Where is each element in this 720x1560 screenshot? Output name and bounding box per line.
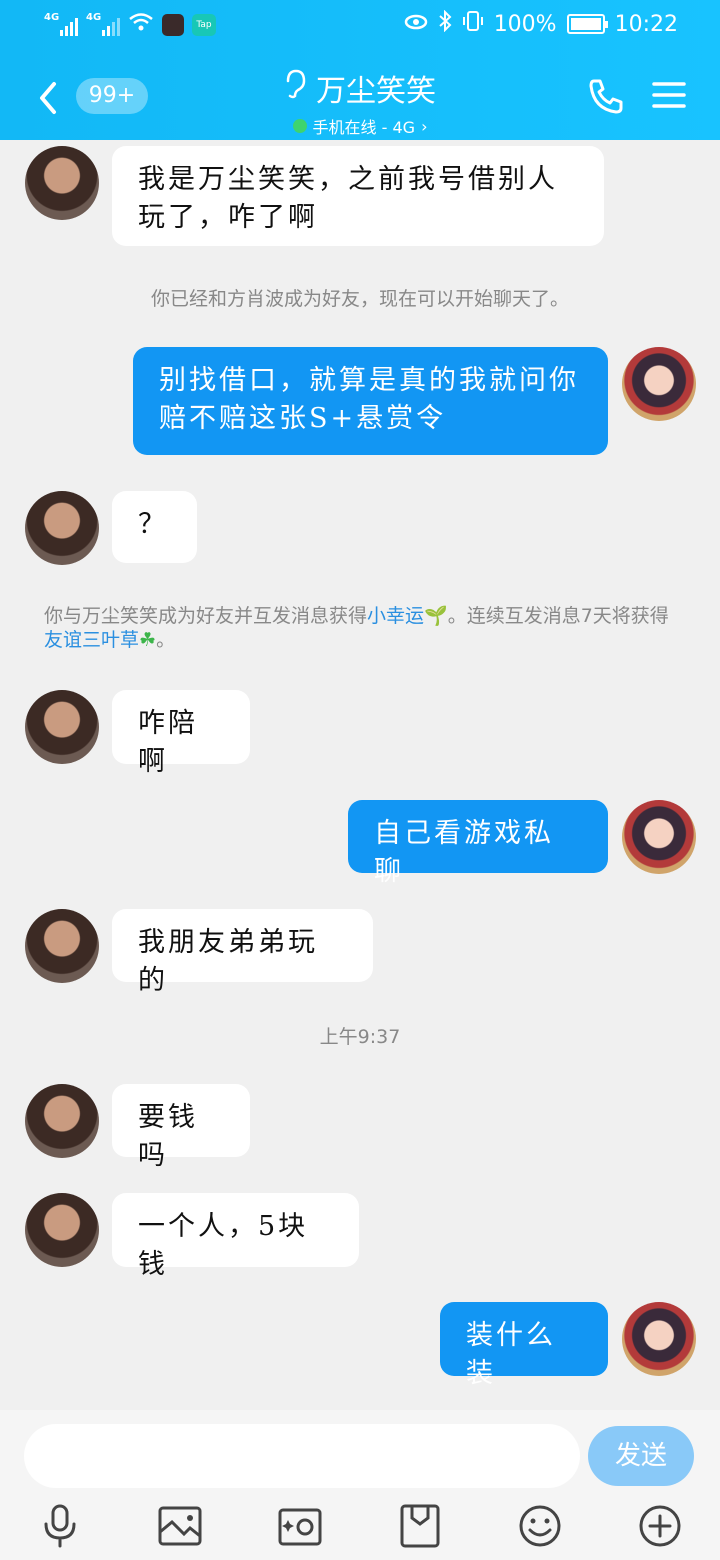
online-dot <box>292 119 307 133</box>
message-list[interactable]: 我是万尘笑笑，之前我号借别人玩了，咋了啊 你已经和方肖波成为好友，现在可以开始聊… <box>0 140 720 1410</box>
incoming-message[interactable]: 一个人，5块钱 <box>112 1193 359 1280</box>
voice-button[interactable] <box>36 1502 84 1550</box>
incoming-message[interactable]: ？ <box>112 491 197 563</box>
voice-icon <box>44 1504 76 1548</box>
clover-icon: ☘ <box>139 629 157 651</box>
chevron-right-icon: › <box>421 116 428 136</box>
more-button[interactable] <box>636 1502 684 1550</box>
camera-button[interactable] <box>276 1502 324 1550</box>
incoming-message[interactable]: 咋陪啊 <box>112 690 250 777</box>
incoming-message[interactable]: 我朋友弟弟玩的 <box>112 909 373 996</box>
my-avatar[interactable] <box>622 1302 696 1376</box>
network-type-2: 4G <box>86 11 102 23</box>
image-icon <box>158 1506 202 1546</box>
battery-percent: 100% <box>493 11 557 37</box>
vibrate-icon <box>462 10 484 38</box>
tap-app-icon: Tap <box>192 13 216 36</box>
file-button[interactable] <box>396 1502 444 1550</box>
phone-icon <box>589 79 623 114</box>
signal-icon-2: 4G <box>86 11 120 36</box>
lucky-link[interactable]: 小幸运 <box>367 605 424 627</box>
file-icon <box>400 1504 440 1548</box>
my-avatar[interactable] <box>622 800 696 874</box>
incoming-message[interactable]: 我是万尘笑笑，之前我号借别人玩了，咋了啊 <box>112 146 604 246</box>
composer-bar: 发送 <box>0 1410 720 1560</box>
friendship-reward-notice: 你与万尘笑笑成为好友并互发消息获得小幸运🌱。连续互发消息7天将获得友谊三叶草☘。 <box>44 604 684 652</box>
contact-avatar[interactable] <box>25 1193 99 1267</box>
ear-icon <box>284 69 306 107</box>
notice-text: 你与万尘笑笑成为好友并互发消息获得 <box>44 605 368 627</box>
game-app-icon <box>162 13 184 36</box>
hamburger-menu-icon <box>652 82 686 108</box>
emoji-icon <box>519 1505 561 1547</box>
camera-icon <box>278 1508 322 1546</box>
bluetooth-icon <box>438 9 452 38</box>
contact-avatar[interactable] <box>25 909 99 983</box>
plus-icon <box>639 1505 681 1547</box>
contact-avatar[interactable] <box>25 690 99 764</box>
notice-text: 。 <box>156 629 176 651</box>
incoming-message[interactable]: 要钱吗 <box>112 1084 250 1171</box>
outgoing-message[interactable]: 别找借口，就算是真的我就问你赔不赔这张S+悬赏令 <box>133 347 608 455</box>
contact-avatar[interactable] <box>25 1084 99 1158</box>
system-notice: 你已经和方肖波成为好友，现在可以开始聊天了。 <box>150 288 569 310</box>
sprout-icon: 🌱 <box>424 605 448 627</box>
clover-link[interactable]: 友谊三叶草 <box>44 629 139 651</box>
contact-avatar[interactable] <box>25 491 99 565</box>
page-title: 万尘笑笑 <box>316 74 436 109</box>
contact-avatar[interactable] <box>25 146 99 220</box>
emoji-button[interactable] <box>516 1502 564 1550</box>
status-bar: 4G 4G Tap 100% 10:22 <box>0 0 720 50</box>
send-button[interactable]: 发送 <box>588 1426 694 1486</box>
my-avatar[interactable] <box>622 347 696 421</box>
network-type-1: 4G <box>44 11 60 23</box>
wifi-icon <box>128 12 154 37</box>
image-button[interactable] <box>156 1502 204 1550</box>
chat-header: 4G 4G Tap 100% 10:22 99+ 万尘笑笑 手机在线 - 4G … <box>0 0 720 140</box>
signal-icon: 4G <box>44 11 78 36</box>
notice-text: 。连续互发消息7天将获得 <box>447 605 669 627</box>
outgoing-message[interactable]: 装什么装 <box>440 1302 608 1389</box>
outgoing-message[interactable]: 自己看游戏私聊 <box>348 800 608 887</box>
online-status: 手机在线 - 4G <box>312 118 416 137</box>
clock: 10:22 <box>614 11 678 37</box>
call-button[interactable] <box>586 76 626 116</box>
eye-icon <box>404 12 428 37</box>
battery-icon <box>566 14 608 34</box>
timestamp: 上午9:37 <box>319 1026 401 1048</box>
menu-button[interactable] <box>652 80 686 110</box>
message-input[interactable] <box>24 1424 580 1488</box>
